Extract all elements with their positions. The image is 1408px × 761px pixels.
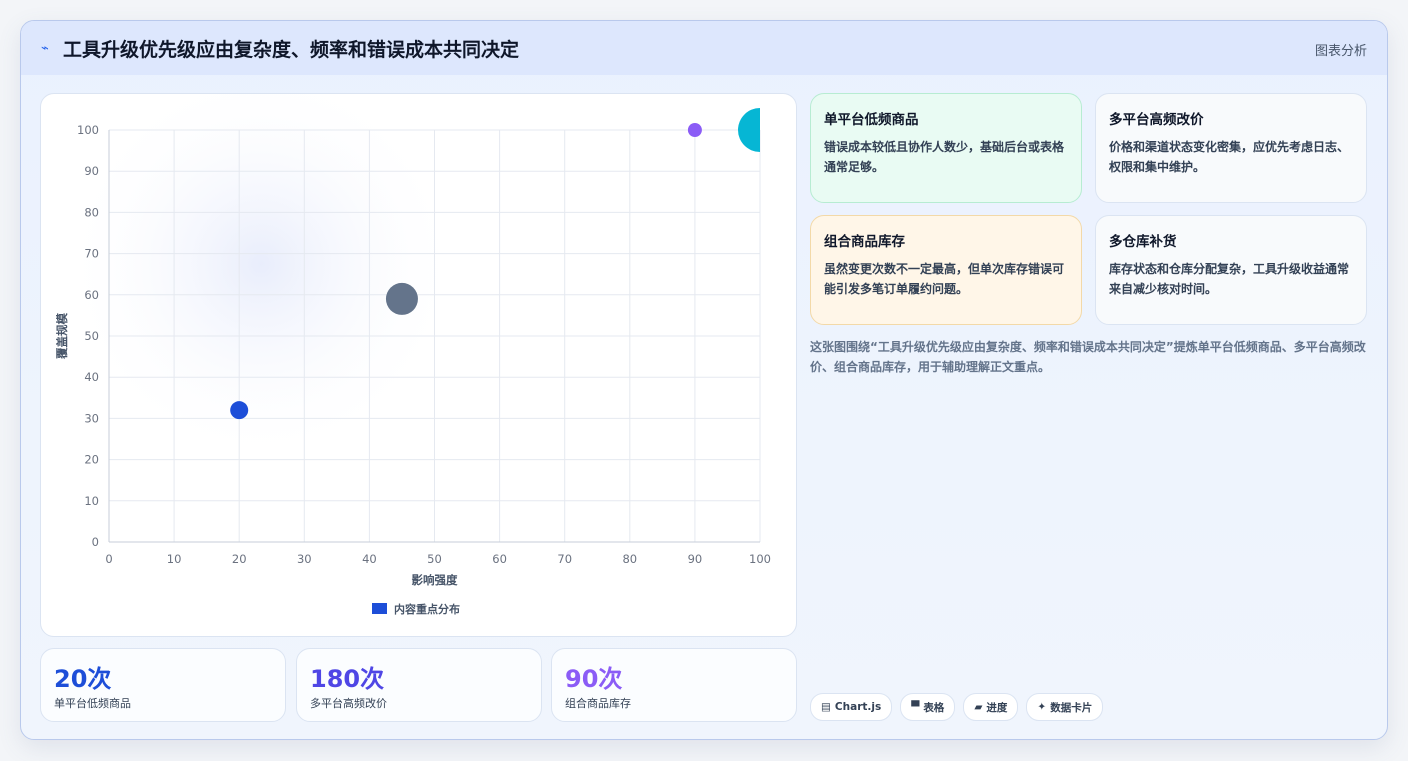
note-title-2: 多平台高频改价: [1109, 112, 1204, 128]
note-desc-4: 库存状态和仓库分配复杂，工具升级收益通常来自减少核对时间。: [1109, 262, 1350, 296]
data-point-4: [738, 108, 760, 152]
note-card-2: 多平台高频改价 价格和渠道状态变化密集，应优先考虑日志、权限和集中维护。: [1095, 93, 1367, 203]
x-tick-label: 30: [297, 552, 312, 566]
note-card-3: 组合商品库存 虽然变更次数不一定最高，但单次库存错误可能引发多笔订单履约问题。: [810, 215, 1082, 325]
y-tick-label: 90: [84, 164, 99, 178]
x-tick-label: 10: [167, 552, 182, 566]
x-tick-label: 100: [749, 552, 771, 566]
background-glow: [61, 94, 461, 464]
note-desc-1: 错误成本较低且协作人数少，基础后台或表格通常足够。: [824, 140, 1065, 174]
y-tick-label: 60: [84, 288, 99, 302]
x-tick-label: 80: [622, 552, 637, 566]
stat-label-1: 单平台低频商品: [54, 697, 131, 710]
x-axis-title: 影响强度: [412, 573, 458, 587]
y-tick-label: 30: [84, 411, 99, 425]
table-icon: ▀: [911, 701, 920, 713]
header-tag[interactable]: 图表分析: [1315, 40, 1367, 59]
sparkle-icon: ✦: [1037, 701, 1047, 713]
chip-progress[interactable]: ▰ 进度: [963, 693, 1019, 721]
y-tick-label: 20: [84, 453, 99, 467]
x-tick-label: 90: [688, 552, 703, 566]
scatter-chart: 0 10 20 30 40 50 60 70 80 90 100 0 10 20 30 40 50 60 70 80 9…: [55, 94, 771, 616]
chip-label: 进度: [986, 701, 1008, 714]
x-tick-label: 20: [232, 552, 247, 566]
stat-label-3: 组合商品库存: [565, 697, 631, 710]
dashboard-frame: ⌁ 工具升级优先级应由复杂度、频率和错误成本共同决定 图表分析 0 10 20 30 4…: [20, 20, 1388, 740]
y-tick-label: 10: [84, 494, 99, 508]
data-point-1: [230, 401, 249, 420]
y-tick-label: 100: [77, 123, 99, 137]
note-card-4: 多仓库补货 库存状态和仓库分配复杂，工具升级收益通常来自减少核对时间。: [1095, 215, 1367, 325]
page-title: 工具升级优先级应由复杂度、频率和错误成本共同决定: [63, 38, 520, 61]
stat-card-3: 90次 组合商品库存: [551, 648, 797, 722]
note-title-3: 组合商品库存: [824, 234, 905, 250]
chip-label: 数据卡片: [1050, 701, 1093, 714]
chip-chartjs[interactable]: ▤ Chart.js: [810, 693, 893, 721]
data-point-3: [687, 123, 702, 137]
bolt-icon: ⌁: [41, 40, 49, 56]
stat-card-2: 180次 多平台高频改价: [296, 648, 542, 722]
stat-label-2: 多平台高频改价: [310, 697, 387, 710]
y-tick-label: 0: [92, 535, 99, 549]
legend-label: 内容重点分布: [394, 602, 460, 616]
y-axis-title: 覆盖规模: [55, 313, 69, 359]
x-tick-label: 40: [362, 552, 377, 566]
data-point-2: [385, 282, 418, 315]
y-tick-label: 70: [84, 247, 99, 261]
x-tick-label: 0: [105, 552, 112, 566]
chip-data-card[interactable]: ✦ 数据卡片: [1026, 693, 1104, 721]
chart-icon: ▤: [821, 701, 831, 713]
header-bar: ⌁ 工具升级优先级应由复杂度、频率和错误成本共同决定 图表分析: [21, 21, 1387, 75]
x-tick-label: 70: [557, 552, 572, 566]
chart-card: 0 10 20 30 40 50 60 70 80 90 100 0 10 20 30 40 50 60 70 80 9…: [40, 93, 797, 637]
chip-label: 表格: [923, 701, 945, 714]
note-desc-3: 虽然变更次数不一定最高，但单次库存错误可能引发多笔订单履约问题。: [824, 262, 1065, 296]
stat-card-1: 20次 单平台低频商品: [40, 648, 286, 722]
x-tick-label: 60: [492, 552, 507, 566]
legend-swatch: [372, 603, 387, 614]
progress-icon: ▰: [974, 701, 983, 713]
note-card-1: 单平台低频商品 错误成本较低且协作人数少，基础后台或表格通常足够。: [810, 93, 1082, 203]
y-tick-label: 50: [84, 329, 99, 343]
chip-row: ▤ Chart.js ▀ 表格 ▰ 进度 ✦ 数据卡片: [810, 693, 1104, 721]
stat-value-1: 20次: [54, 665, 112, 693]
y-tick-label: 40: [84, 370, 99, 384]
note-title-1: 单平台低频商品: [824, 112, 919, 128]
chip-label: Chart.js: [834, 701, 882, 713]
note-desc-2: 价格和渠道状态变化密集，应优先考虑日志、权限和集中维护。: [1109, 140, 1350, 174]
y-tick-label: 80: [84, 205, 99, 219]
note-title-4: 多仓库补货: [1109, 234, 1177, 250]
stat-value-3: 90次: [565, 665, 623, 693]
chip-table[interactable]: ▀ 表格: [900, 693, 956, 721]
x-tick-label: 50: [427, 552, 442, 566]
stat-value-2: 180次: [310, 665, 385, 693]
summary-text: 这张图围绕“工具升级优先级应由复杂度、频率和错误成本共同决定”提炼单平台低频商品…: [810, 340, 1366, 374]
